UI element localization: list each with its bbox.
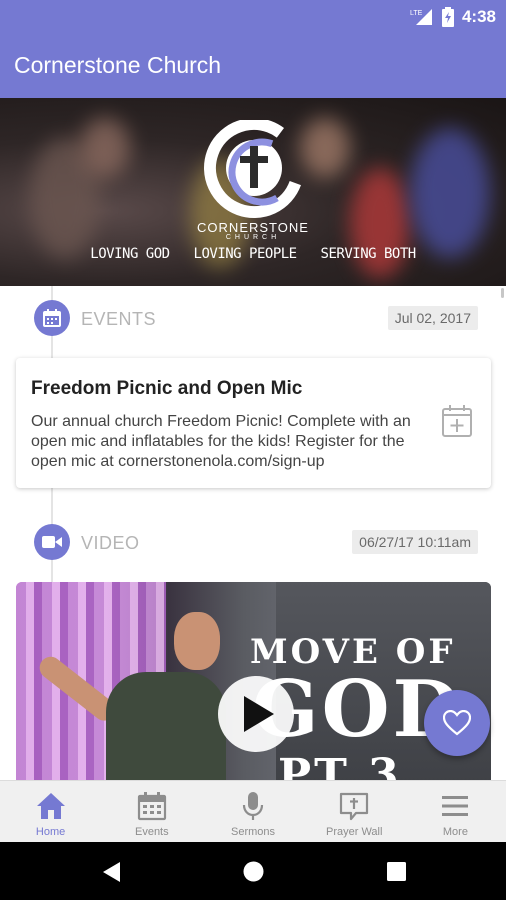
video-label: VIDEO (81, 533, 140, 553)
status-time: 4:38 (461, 7, 496, 26)
events-label: EVENTS (81, 309, 157, 329)
video-camera-icon (34, 524, 70, 560)
svg-text:LTE: LTE (410, 10, 423, 17)
nav-prayer-wall[interactable]: Prayer Wall (304, 781, 405, 842)
system-navigation-bar (0, 842, 506, 900)
event-title: Freedom Picnic and Open Mic (31, 378, 303, 399)
app-title: Cornerstone Church (14, 52, 222, 78)
app-bar: Cornerstone Church (0, 34, 506, 98)
tagline: LOVING GOD (90, 246, 170, 262)
hero-brand: CORNERSTONE (197, 220, 309, 235)
hero-banner: CORNERSTONE CHURCH LOVING GOD LOVING PEO… (0, 98, 506, 286)
hero-taglines: LOVING GOD LOVING PEOPLE SERVING BOTH (0, 246, 506, 262)
battery-icon (441, 7, 454, 27)
recents-icon[interactable] (387, 862, 406, 881)
nav-label: Events (134, 826, 169, 838)
speaker-head (174, 612, 220, 670)
heart-icon (443, 710, 471, 736)
nav-label: Prayer Wall (325, 826, 383, 838)
tagline: LOVING PEOPLE (193, 246, 298, 262)
timeline-feed[interactable]: EVENTS Jul 02, 2017 Freedom Picnic and O… (0, 286, 506, 780)
calendar-icon (34, 300, 70, 336)
menu-icon (442, 796, 469, 816)
scrollbar[interactable] (501, 288, 504, 298)
tagline: SERVING BOTH (320, 246, 417, 262)
home-icon (36, 793, 65, 819)
calendar-add-icon[interactable] (441, 404, 473, 438)
events-date: Jul 02, 2017 (387, 306, 478, 330)
bottom-navigation: Home Events Sermons Prayer Wall More (0, 780, 506, 842)
nav-label: Home (35, 826, 66, 838)
video-section-header: VIDEO 06/27/17 10:11am (34, 524, 478, 560)
hero-brand-sub: CHURCH (225, 234, 281, 241)
nav-more[interactable]: More (405, 781, 506, 842)
nav-events[interactable]: Events (101, 781, 202, 842)
home-circle-icon[interactable] (243, 861, 264, 882)
nav-label: Sermons (230, 826, 276, 838)
event-card[interactable]: Freedom Picnic and Open Mic Our annual c… (16, 358, 491, 488)
status-bar: LTE 4:38 (0, 0, 506, 34)
lte-signal-icon: LTE (410, 9, 432, 25)
event-description: Our annual church Freedom Picnic! Comple… (31, 413, 411, 470)
speaker-figure (106, 672, 226, 780)
events-section-header: EVENTS Jul 02, 2017 (34, 300, 478, 336)
video-date: 06/27/17 10:11am (352, 530, 478, 554)
video-title-line: PT 3 (278, 750, 402, 780)
microphone-icon (242, 792, 264, 820)
calendar-icon (137, 792, 166, 821)
church-logo (204, 120, 304, 218)
play-button[interactable] (218, 676, 294, 752)
video-card[interactable]: MOVE OF GOD PT 3 (16, 582, 491, 780)
give-fab-button[interactable] (424, 690, 490, 756)
nav-home[interactable]: Home (0, 781, 101, 842)
nav-sermons[interactable]: Sermons (202, 781, 303, 842)
play-icon (244, 696, 274, 732)
back-icon[interactable] (102, 861, 122, 883)
prayer-wall-icon (340, 792, 369, 821)
nav-label: More (442, 826, 468, 838)
